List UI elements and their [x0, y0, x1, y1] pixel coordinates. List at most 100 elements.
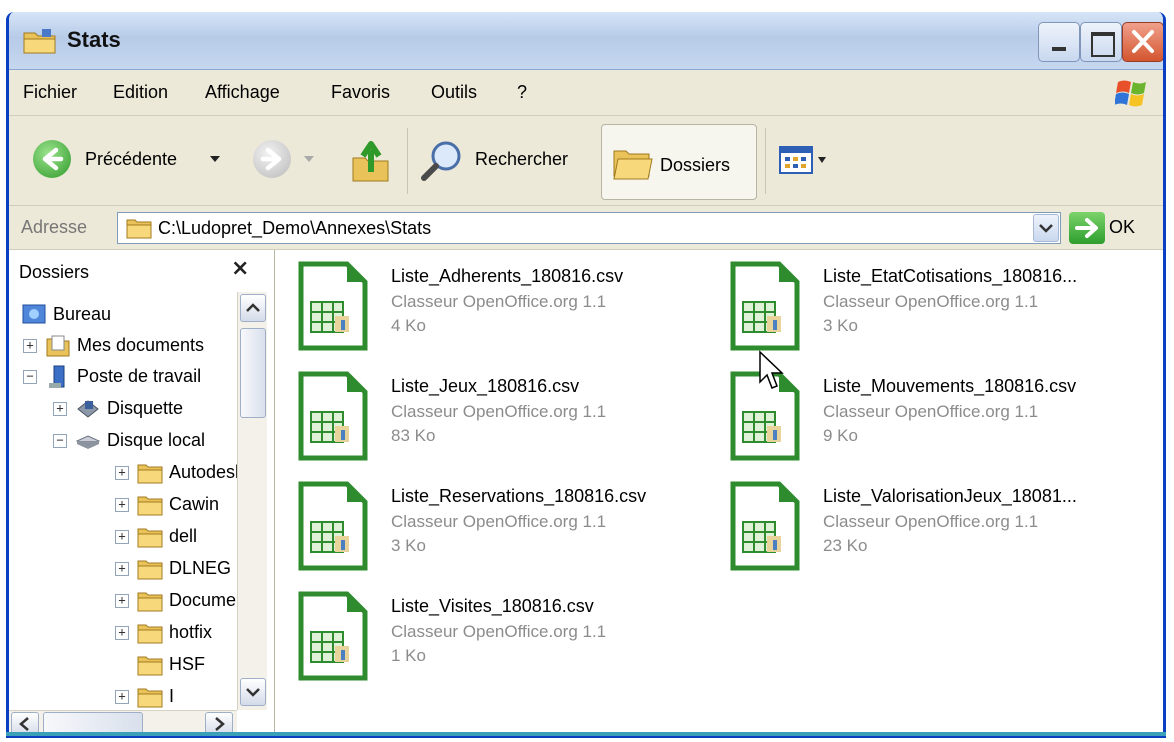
- spreadsheet-file-icon: [298, 371, 368, 461]
- file-type: Classeur OpenOffice.org 1.1: [823, 512, 1039, 531]
- floppy-drive-icon: [77, 400, 99, 418]
- spreadsheet-file-icon: [730, 481, 800, 571]
- hard-disk-icon: [75, 435, 101, 449]
- file-size: 1 Ko: [391, 646, 426, 665]
- file-item[interactable]: Liste_Adherents_180816.csv Classeur Open…: [275, 258, 695, 358]
- minimize-button[interactable]: [1038, 22, 1080, 62]
- chevron-down-icon: [246, 688, 260, 697]
- file-name: Liste_Adherents_180816.csv: [391, 266, 624, 286]
- close-button[interactable]: [1122, 22, 1163, 62]
- window-bottom-edge: [6, 732, 1166, 736]
- file-type: Classeur OpenOffice.org 1.1: [391, 292, 607, 311]
- forward-arrow-icon: [260, 147, 282, 171]
- file-item[interactable]: Liste_EtatCotisations_180816... Classeur…: [707, 258, 1127, 358]
- folder-icon: [126, 219, 152, 239]
- expand-toggle[interactable]: +: [23, 339, 37, 353]
- address-bar: Adresse C:\Ludopret_Demo\Annexes\Stats O…: [9, 206, 1163, 250]
- menu-edition[interactable]: Edition: [113, 82, 168, 103]
- views-dropdown-icon[interactable]: [817, 156, 827, 164]
- file-type: Classeur OpenOffice.org 1.1: [823, 292, 1039, 311]
- toolbar-separator: [407, 128, 408, 194]
- expand-toggle[interactable]: +: [115, 466, 129, 480]
- vertical-scrollbar[interactable]: [237, 292, 267, 710]
- file-size: 4 Ko: [391, 316, 426, 335]
- search-icon[interactable]: [419, 138, 465, 184]
- spreadsheet-file-icon: [298, 591, 368, 681]
- views-icon[interactable]: [779, 146, 813, 174]
- file-name: Liste_ValorisationJeux_18081...: [823, 486, 1077, 506]
- scroll-thumb[interactable]: [240, 328, 266, 418]
- folders-button-label: Dossiers: [660, 155, 731, 175]
- toolbar-separator: [765, 128, 766, 194]
- folder-icon: [137, 528, 163, 548]
- folders-button[interactable]: Dossiers: [601, 124, 757, 200]
- file-name: Liste_Jeux_180816.csv: [391, 376, 580, 396]
- my-documents-icon: [46, 335, 70, 357]
- forward-dropdown-icon[interactable]: [303, 154, 315, 164]
- folder-up-icon[interactable]: [349, 136, 393, 184]
- folder-icon: [137, 656, 163, 676]
- explorer-window: Stats Fichier Edition Affichage Favoris …: [6, 12, 1166, 738]
- folder-tree: Bureau + Mes documents − Poste de travai…: [9, 290, 237, 724]
- menu-affichage[interactable]: Affichage: [205, 82, 280, 103]
- file-name: Liste_Reservations_180816.csv: [391, 486, 647, 506]
- file-item[interactable]: Liste_ValorisationJeux_18081... Classeur…: [707, 478, 1127, 578]
- window-title: Stats: [67, 27, 121, 52]
- menu-bar: Fichier Edition Affichage Favoris Outils…: [9, 70, 1163, 116]
- spreadsheet-file-icon: [730, 261, 800, 351]
- menu-favoris[interactable]: Favoris: [331, 82, 390, 103]
- spreadsheet-file-icon: [298, 261, 368, 351]
- expand-toggle[interactable]: +: [53, 402, 67, 416]
- file-type: Classeur OpenOffice.org 1.1: [823, 402, 1039, 421]
- folder-icon: [23, 29, 56, 54]
- folders-icon: [613, 150, 653, 180]
- expand-toggle[interactable]: +: [115, 626, 129, 640]
- file-size: 9 Ko: [823, 426, 858, 445]
- folders-pane-title: Dossiers: [19, 262, 90, 282]
- collapse-toggle[interactable]: −: [53, 434, 67, 448]
- folder-icon: [137, 592, 163, 612]
- folder-icon: [137, 624, 163, 644]
- menu-fichier[interactable]: Fichier: [23, 82, 77, 103]
- file-type: Classeur OpenOffice.org 1.1: [391, 622, 607, 641]
- file-name: Liste_Visites_180816.csv: [391, 596, 594, 616]
- expand-toggle[interactable]: +: [115, 690, 129, 704]
- file-size: 3 Ko: [391, 536, 426, 555]
- go-button[interactable]: [1069, 212, 1105, 244]
- go-arrow-icon: [1075, 218, 1098, 238]
- file-item[interactable]: Liste_Jeux_180816.csv Classeur OpenOffic…: [275, 368, 695, 468]
- scroll-up-button[interactable]: [240, 294, 266, 322]
- address-path: C:\Ludopret_Demo\Annexes\Stats: [158, 218, 432, 238]
- expand-toggle[interactable]: +: [115, 498, 129, 512]
- file-type: Classeur OpenOffice.org 1.1: [391, 402, 607, 421]
- forward-button[interactable]: [253, 140, 291, 178]
- close-pane-button[interactable]: ×: [231, 256, 249, 281]
- expand-toggle[interactable]: +: [115, 530, 129, 544]
- address-dropdown-button[interactable]: [1033, 214, 1059, 242]
- menu-outils[interactable]: Outils: [431, 82, 477, 103]
- folders-pane: Dossiers × Bureau + Mes documents − Post…: [9, 250, 275, 735]
- menu-help[interactable]: ?: [517, 82, 527, 103]
- back-dropdown-icon[interactable]: [209, 154, 221, 164]
- search-button-label[interactable]: Rechercher: [475, 149, 568, 170]
- collapse-toggle[interactable]: −: [23, 370, 37, 384]
- folder-icon: [137, 688, 163, 708]
- expand-toggle[interactable]: +: [115, 594, 129, 608]
- file-name: Liste_EtatCotisations_180816...: [823, 266, 1078, 286]
- back-button-label[interactable]: Précédente: [85, 149, 177, 170]
- title-bar[interactable]: Stats: [9, 12, 1163, 70]
- windows-logo-icon: [1115, 80, 1146, 107]
- folder-icon: [137, 560, 163, 580]
- address-input[interactable]: C:\Ludopret_Demo\Annexes\Stats: [117, 212, 1061, 244]
- folders-pane-header: Dossiers ×: [9, 250, 274, 290]
- maximize-button[interactable]: [1080, 22, 1122, 62]
- file-item[interactable]: Liste_Visites_180816.csv Classeur OpenOf…: [275, 588, 695, 688]
- address-label: Adresse: [21, 217, 88, 237]
- expand-toggle[interactable]: +: [115, 562, 129, 576]
- scroll-down-button[interactable]: [240, 678, 266, 706]
- go-button-label[interactable]: OK: [1109, 217, 1135, 238]
- my-computer-icon: [49, 365, 65, 388]
- back-button[interactable]: [33, 140, 71, 178]
- file-item[interactable]: Liste_Reservations_180816.csv Classeur O…: [275, 478, 695, 578]
- file-name: Liste_Mouvements_180816.csv: [823, 376, 1077, 396]
